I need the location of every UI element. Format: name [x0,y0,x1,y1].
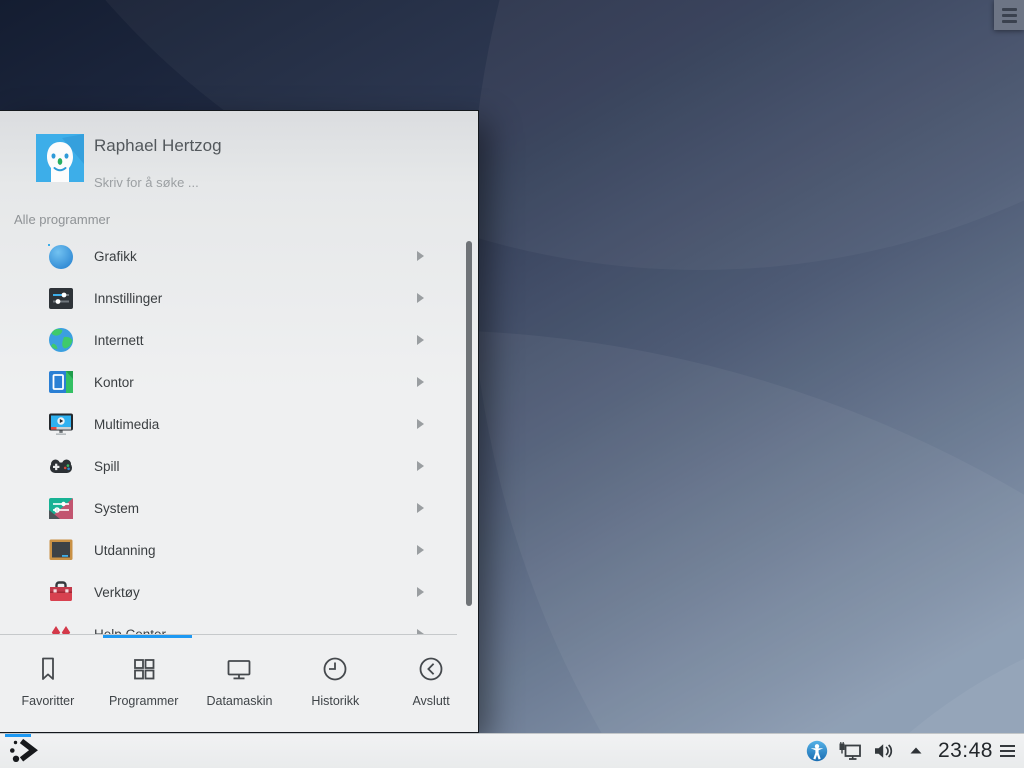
settings-icon [47,284,75,312]
help-icon [47,620,75,634]
panel-hamburger-icon[interactable] [1000,745,1015,757]
tab-bar: Favoritter Programmer Datamaskin Histori… [0,638,479,733]
network-icon[interactable] [838,739,862,763]
utilities-icon [47,578,75,606]
category-item-help-center[interactable]: Help Center [0,613,460,634]
tabbar-separator [0,634,457,635]
accessibility-icon[interactable] [805,739,829,763]
category-item-multimedia[interactable]: Multimedia [0,403,460,445]
category-label: Spill [94,459,120,474]
category-list: Grafikk Innstillinger Internett Kontor M… [0,227,460,634]
user-avatar[interactable] [36,134,84,182]
submenu-arrow-icon [417,587,424,597]
submenu-arrow-icon [417,419,424,429]
expand-caret-icon[interactable] [904,739,928,763]
tab-datamaskin[interactable]: Datamaskin [192,638,288,733]
category-item-grafikk[interactable]: Grafikk [0,235,460,277]
internet-icon [47,326,75,354]
tab-programmer[interactable]: Programmer [96,638,192,733]
app-launcher-button[interactable] [0,734,46,768]
category-item-system[interactable]: System [0,487,460,529]
applications-icon [128,653,160,685]
submenu-arrow-icon [417,545,424,555]
category-label: Grafikk [94,249,137,264]
tab-label: Historikk [311,694,359,708]
education-icon [47,536,75,564]
submenu-arrow-icon [417,461,424,471]
tab-avslutt[interactable]: Avslutt [383,638,479,733]
category-item-innstillinger[interactable]: Innstillinger [0,277,460,319]
category-label: Help Center [94,627,166,635]
office-icon [47,368,75,396]
system-icon [47,494,75,522]
category-label: Verktøy [94,585,140,600]
category-item-verktøy[interactable]: Verktøy [0,571,460,613]
volume-icon[interactable] [871,739,895,763]
multimedia-icon [47,410,75,438]
tab-label: Avslutt [412,694,449,708]
submenu-arrow-icon [417,503,424,513]
scrollbar[interactable] [466,241,472,606]
category-label: Internett [94,333,144,348]
search-input[interactable]: Skriv for å søke ... [94,175,199,190]
user-name: Raphael Hertzog [94,136,222,156]
digital-clock[interactable]: 23:48 [938,739,993,763]
launcher-menu: Raphael Hertzog Skriv for å søke ... All… [0,110,479,733]
category-item-spill[interactable]: Spill [0,445,460,487]
tab-label: Programmer [109,694,178,708]
submenu-arrow-icon [417,293,424,303]
category-label: Innstillinger [94,291,162,306]
tab-historikk[interactable]: Historikk [287,638,383,733]
section-label: Alle programmer [14,212,110,227]
history-icon [319,653,351,685]
submenu-arrow-icon [417,377,424,387]
tab-label: Datamaskin [206,694,272,708]
launcher-active-indicator [5,734,31,737]
submenu-arrow-icon [417,335,424,345]
tab-label: Favoritter [22,694,75,708]
leave-icon [415,653,447,685]
category-label: Multimedia [94,417,159,432]
bookmark-icon [32,653,64,685]
graphics-icon [47,242,75,270]
category-label: System [94,501,139,516]
kali-logo-icon [8,737,38,765]
desktop-toolbox-button[interactable] [994,0,1024,30]
category-label: Kontor [94,375,134,390]
computer-icon [223,653,255,685]
category-item-utdanning[interactable]: Utdanning [0,529,460,571]
submenu-arrow-icon [417,251,424,261]
category-item-internett[interactable]: Internett [0,319,460,361]
games-icon [47,452,75,480]
category-item-kontor[interactable]: Kontor [0,361,460,403]
bottom-panel: 23:48 [0,733,1024,768]
tab-favoritter[interactable]: Favoritter [0,638,96,733]
system-tray [805,739,928,763]
category-label: Utdanning [94,543,156,558]
